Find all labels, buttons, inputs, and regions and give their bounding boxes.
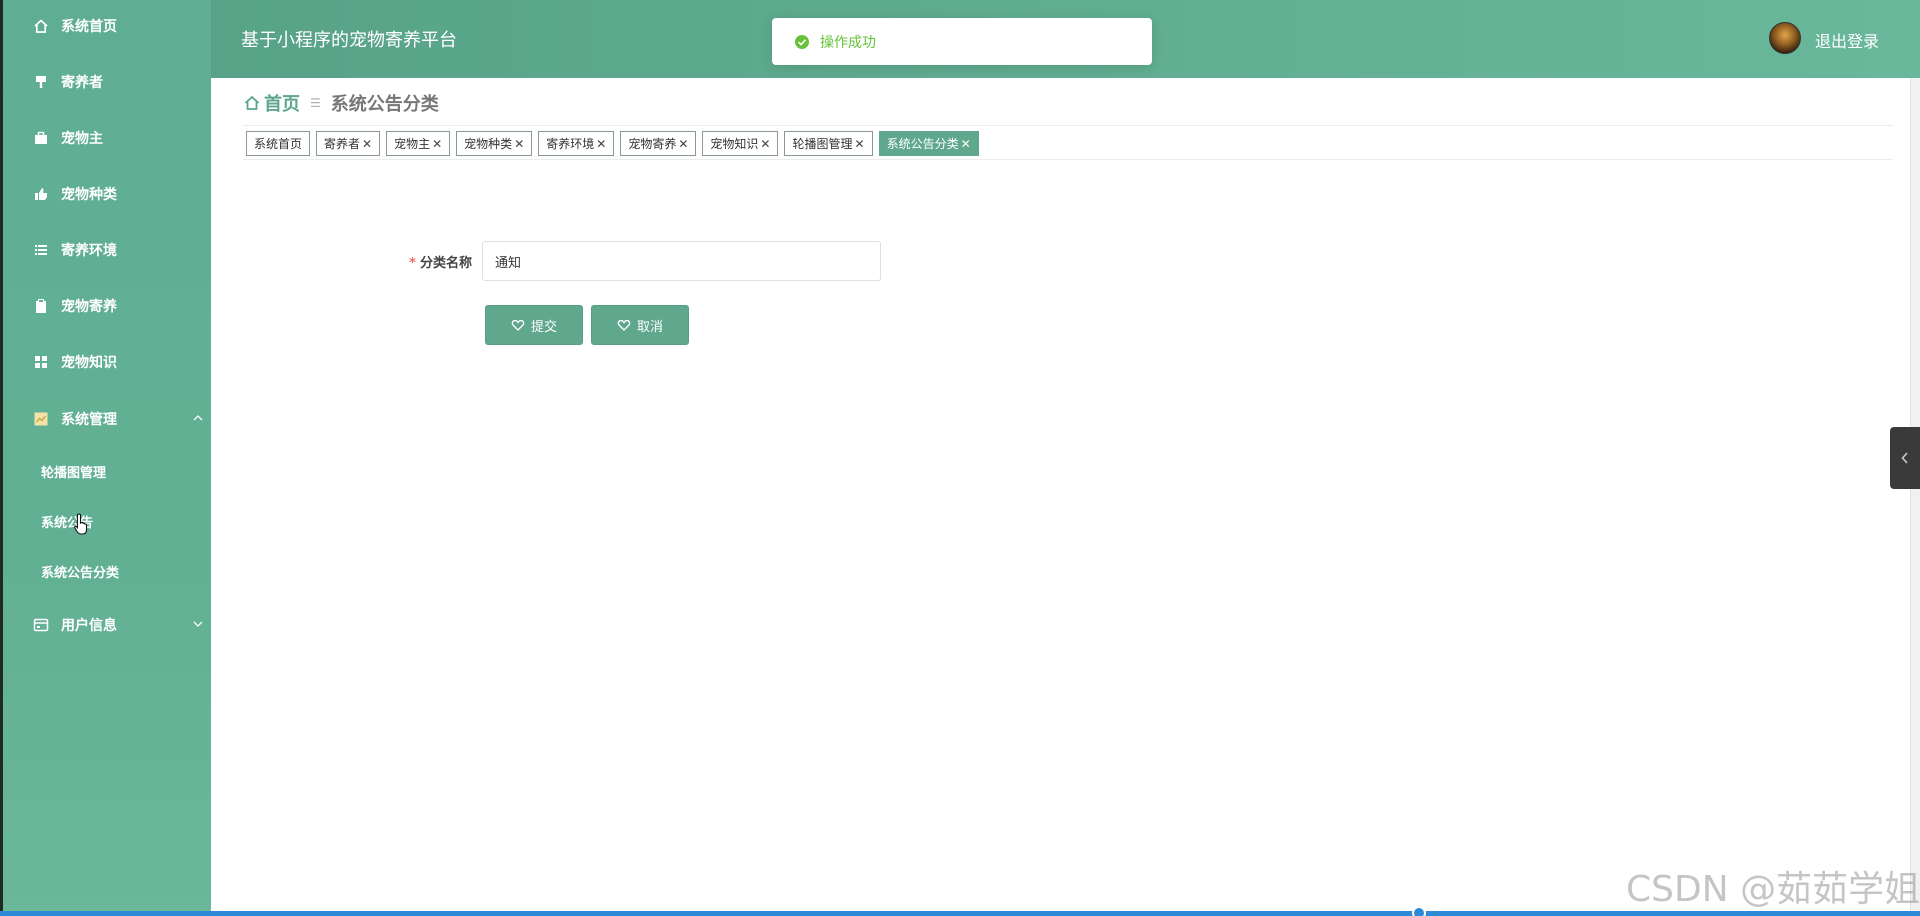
tags-divider-bottom	[243, 159, 1893, 160]
chevron-down-icon	[193, 621, 203, 627]
home-icon	[244, 95, 260, 110]
heart-icon	[511, 319, 525, 331]
close-icon[interactable]: ✕	[760, 137, 770, 151]
tag-item[interactable]: 寄养者 ✕	[316, 131, 381, 156]
tag-item[interactable]: 寄养环境 ✕	[538, 131, 615, 156]
close-icon[interactable]: ✕	[432, 137, 442, 151]
breadcrumb-home[interactable]: 首页	[243, 90, 300, 116]
app-root: 系统首页 寄养者 宠物主 宠物种类 寄养环境 宠物寄养 宠物知识 系统管理 轮播…	[0, 0, 1920, 916]
required-mark: *	[409, 256, 416, 271]
tag-label: 宠物知识	[710, 137, 759, 151]
clipboard-icon	[31, 296, 51, 316]
mouse-cursor-icon	[74, 513, 88, 535]
sidebar-subitem-announcement-category[interactable]: 系统公告分类	[3, 553, 211, 589]
chart-icon	[31, 409, 51, 429]
cancel-button-label: 取消	[636, 319, 663, 335]
sidebar-subitem-carousel[interactable]: 轮播图管理	[3, 453, 211, 489]
grid-icon	[31, 352, 51, 372]
category-name-label: * 分类名称	[380, 252, 472, 271]
sidebar-item-pet-owner[interactable]: 宠物主	[3, 118, 211, 158]
tag-label: 宠物寄养	[628, 137, 677, 151]
submit-button[interactable]: 提交	[485, 305, 583, 345]
card-icon	[31, 615, 51, 635]
toast-message: 操作成功	[820, 34, 876, 51]
thumb-up-icon	[31, 184, 51, 204]
bottom-progress-line	[0, 911, 1920, 916]
logout-button[interactable]: 退出登录	[1815, 28, 1879, 52]
app-title: 基于小程序的宠物寄养平台	[241, 30, 457, 51]
sidebar-item-label: 系统管理	[61, 412, 117, 428]
tag-label: 轮播图管理	[792, 137, 853, 151]
sidebar-subitem-announcement[interactable]: 系统公告	[3, 503, 211, 539]
sidebar: 系统首页 寄养者 宠物主 宠物种类 寄养环境 宠物寄养 宠物知识 系统管理 轮播…	[0, 0, 211, 916]
tag-label: 宠物种类	[464, 137, 513, 151]
sidebar-item-label: 系统首页	[61, 19, 117, 35]
sidebar-item-home[interactable]: 系统首页	[3, 6, 211, 46]
tag-item[interactable]: 轮播图管理 ✕	[784, 131, 873, 156]
sidebar-subitem-label: 轮播图管理	[41, 465, 107, 481]
sidebar-item-fosterer[interactable]: 寄养者	[3, 62, 211, 102]
tag-item-active[interactable]: 系统公告分类 ✕	[878, 131, 979, 156]
sidebar-item-label: 宠物主	[61, 131, 103, 147]
breadcrumb-home-label: 首页	[264, 94, 300, 115]
breadcrumb-current: 系统公告分类	[330, 94, 439, 115]
breadcrumb: 首页 ☰ 系统公告分类	[243, 91, 439, 115]
watermark: CSDN @茹茹学姐	[1626, 869, 1920, 910]
sidebar-item-environment[interactable]: 寄养环境	[3, 230, 211, 270]
tag-label: 寄养环境	[546, 137, 595, 151]
cancel-button[interactable]: 取消	[591, 305, 689, 345]
list-icon	[31, 240, 51, 260]
tag-label: 宠物主	[394, 137, 431, 151]
sidebar-item-system-management[interactable]: 系统管理	[3, 399, 211, 439]
tags-bar: 系统首页 寄养者 ✕ 宠物主 ✕ 宠物种类 ✕ 寄养环境 ✕ 宠物寄养 ✕ 宠物知识 ✕ 轮…	[246, 131, 985, 157]
sidebar-item-label: 宠物种类	[61, 187, 117, 203]
close-icon[interactable]: ✕	[961, 137, 971, 151]
close-icon[interactable]: ✕	[514, 137, 524, 151]
category-name-input[interactable]	[482, 241, 881, 281]
heart-icon	[617, 319, 631, 331]
sidebar-item-label: 用户信息	[61, 618, 117, 634]
panel-toggle-button[interactable]	[1890, 427, 1920, 489]
tag-label: 系统首页	[254, 137, 303, 151]
submit-button-label: 提交	[530, 319, 557, 335]
tag-item[interactable]: 宠物主 ✕	[386, 131, 451, 156]
sidebar-subitem-label: 系统公告分类	[41, 565, 120, 581]
tag-item[interactable]: 宠物寄养 ✕	[620, 131, 697, 156]
avatar[interactable]	[1769, 22, 1801, 54]
close-icon[interactable]: ✕	[362, 137, 372, 151]
tags-divider-top	[243, 125, 1893, 126]
sidebar-item-label: 宠物寄养	[61, 299, 117, 315]
tag-label: 寄养者	[324, 137, 361, 151]
breadcrumb-separator-icon: ☰	[310, 96, 321, 110]
tag-item[interactable]: 系统首页	[246, 131, 311, 156]
sidebar-item-label: 寄养者	[61, 75, 103, 91]
home-icon	[31, 16, 51, 36]
tag-item[interactable]: 宠物种类 ✕	[456, 131, 533, 156]
pin-icon	[31, 72, 51, 92]
sidebar-item-label: 寄养环境	[61, 243, 117, 259]
sidebar-item-user-info[interactable]: 用户信息	[3, 605, 211, 645]
close-icon[interactable]: ✕	[855, 137, 865, 151]
chevron-up-icon	[193, 415, 203, 421]
close-icon[interactable]: ✕	[678, 137, 688, 151]
bottom-progress-handle[interactable]	[1412, 906, 1426, 916]
sidebar-item-label: 宠物知识	[61, 355, 117, 371]
tag-label: 系统公告分类	[886, 137, 959, 151]
sidebar-item-pet-knowledge[interactable]: 宠物知识	[3, 342, 211, 382]
sidebar-item-pet-type[interactable]: 宠物种类	[3, 174, 211, 214]
sidebar-item-pet-foster[interactable]: 宠物寄养	[3, 286, 211, 326]
tag-item[interactable]: 宠物知识 ✕	[702, 131, 779, 156]
vertical-scrollbar[interactable]	[1910, 78, 1920, 912]
success-toast: 操作成功	[772, 18, 1152, 65]
briefcase-icon	[31, 128, 51, 148]
close-icon[interactable]: ✕	[596, 137, 606, 151]
chevron-left-icon	[1901, 452, 1908, 464]
success-check-icon	[795, 34, 809, 49]
field-label-text: 分类名称	[419, 256, 472, 271]
